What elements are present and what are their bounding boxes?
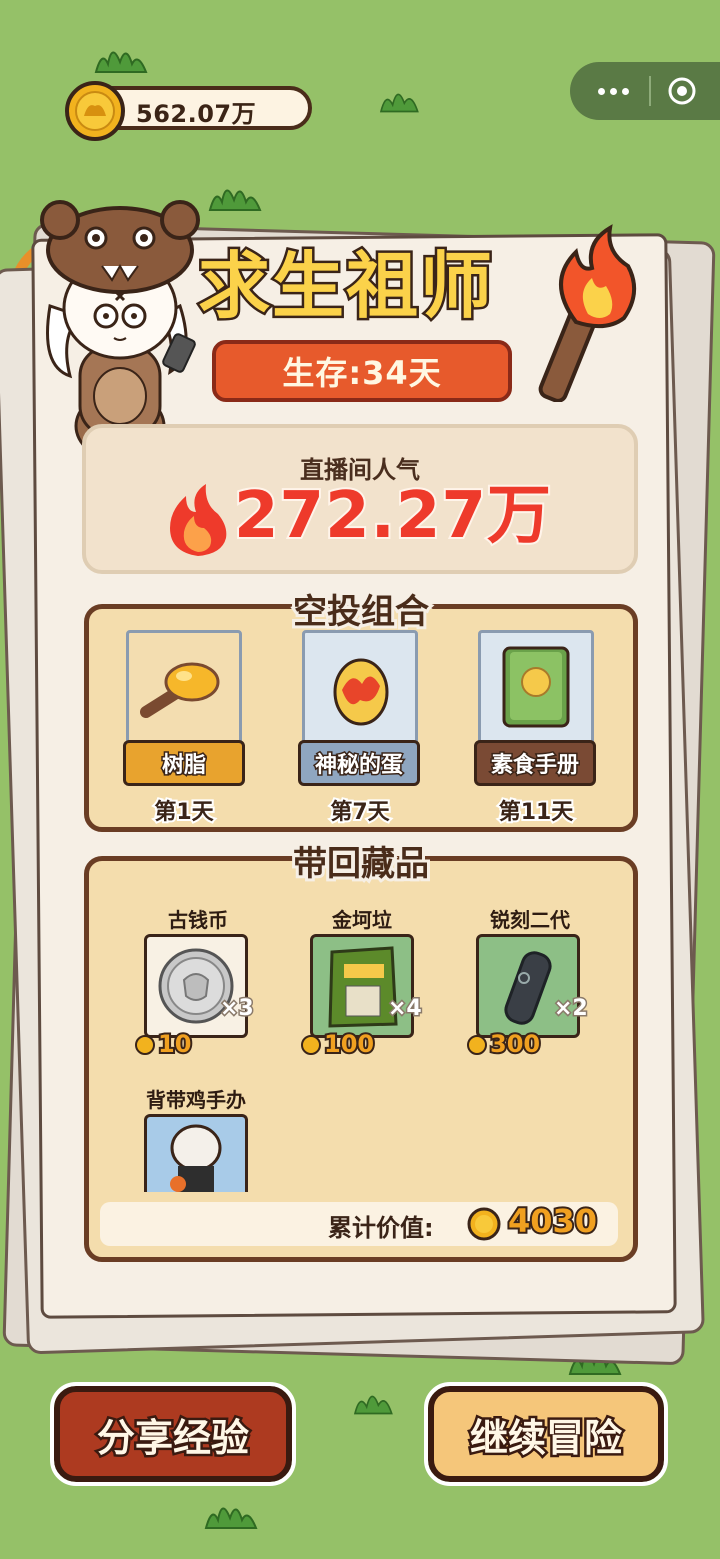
coin-balance-text: 562.07万 xyxy=(136,100,257,128)
collectibles-section-title: 带回藏品 xyxy=(290,841,432,887)
gold-coin-icon xyxy=(65,81,125,141)
collectible-price: 300 xyxy=(488,1028,542,1060)
grass-decoration xyxy=(353,1395,393,1415)
airdrop-day: 第11天 xyxy=(497,798,576,827)
mini-program-capsule xyxy=(570,62,720,120)
fire-icon xyxy=(170,484,227,556)
page-title: 求生祖师 xyxy=(195,244,495,329)
continue-adventure-button[interactable]: 继续冒险 xyxy=(424,1382,668,1486)
torch-icon xyxy=(538,224,636,402)
target-circle-icon[interactable] xyxy=(667,76,697,106)
share-experience-button[interactable]: 分享经验 xyxy=(50,1382,296,1486)
gold-coin-icon xyxy=(135,1035,155,1055)
airdrop-day: 第7天 xyxy=(328,798,391,827)
chicken-figure-icon xyxy=(170,1124,222,1192)
collectible-quantity: ×3 xyxy=(219,995,256,1023)
capsule-divider xyxy=(649,76,651,106)
resin-icon xyxy=(140,662,220,718)
collectible-price: 10 xyxy=(156,1028,193,1060)
survival-days-badge: 生存:34天 xyxy=(212,340,512,402)
collectible-price: 100 xyxy=(322,1028,376,1060)
airdrop-label: 素食手册 xyxy=(474,740,596,786)
total-value-label: 累计价值: xyxy=(328,1214,434,1242)
collectible-quantity: ×2 xyxy=(553,995,590,1023)
mystery-egg-icon xyxy=(333,658,389,726)
grass-decoration xyxy=(379,93,419,113)
collectible-name: 背带鸡手办 xyxy=(146,1088,246,1112)
gold-coin-icon xyxy=(301,1035,321,1055)
total-value-amount: 4030 xyxy=(506,1200,599,1242)
airdrop-label: 树脂 xyxy=(123,740,245,786)
collectible-name: 锐刻二代 xyxy=(490,908,570,932)
vegetarian-manual-icon xyxy=(502,646,570,728)
airdrop-day: 第1天 xyxy=(152,798,215,827)
popularity-value: 272.27万 xyxy=(232,477,553,555)
gold-coin-icon xyxy=(467,1035,487,1055)
more-dots-icon[interactable] xyxy=(584,74,642,108)
collectible-quantity: ×4 xyxy=(387,995,424,1023)
airdrop-section-title: 空投组合 xyxy=(290,589,432,635)
survival-days-text: 生存:34天 xyxy=(282,354,442,392)
grass-decoration xyxy=(204,1507,258,1529)
airdrop-label: 神秘的蛋 xyxy=(298,740,420,786)
collectible-name: 金坷垃 xyxy=(332,908,392,932)
collectible-name: 古钱币 xyxy=(168,908,228,932)
gold-coin-icon xyxy=(467,1207,501,1241)
grass-decoration xyxy=(94,51,148,73)
